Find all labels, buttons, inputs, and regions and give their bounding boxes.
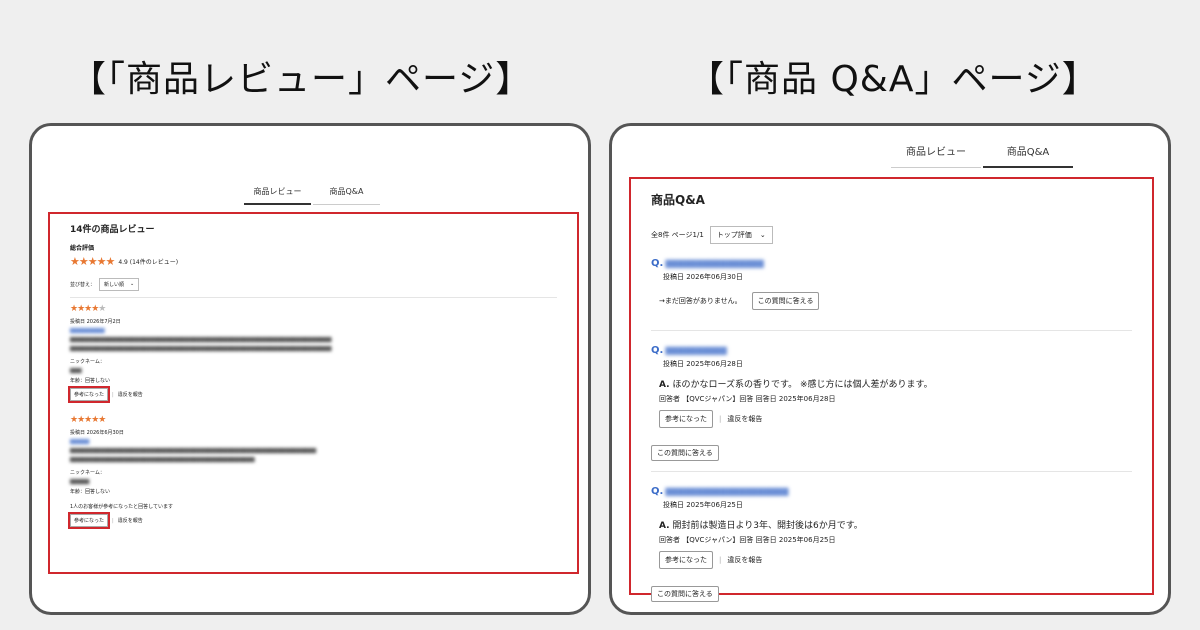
helpful-row: 参考になった | 違反を報告: [67, 512, 557, 529]
divider: [651, 471, 1132, 472]
answer-question-button[interactable]: この質問に答える: [751, 292, 820, 310]
helpful-button[interactable]: 参考になった: [659, 410, 713, 428]
review-date: 投稿日 2026年7月2日: [70, 319, 121, 325]
report-link[interactable]: 違反を報告: [727, 414, 762, 424]
question-date: 投稿日 2025年06月25日: [663, 501, 743, 509]
answer-question-button[interactable]: この質問に答える: [651, 586, 719, 602]
answer-question-button[interactable]: この質問に答える: [651, 445, 719, 461]
question-mark: Q.: [651, 486, 664, 497]
question-date: 投稿日 2026年06月30日: [663, 273, 743, 281]
review-star-rating: ★★★★★: [70, 415, 106, 425]
no-answer-text: →まだ回答がありません。: [659, 297, 742, 305]
report-link[interactable]: 違反を報告: [118, 517, 143, 524]
question-date: 投稿日 2025年06月28日: [663, 360, 743, 368]
review-count-title: 14件の商品レビュー: [70, 225, 155, 235]
nickname-label: ニックネーム：: [70, 470, 105, 476]
sort-label: 並び替え：: [70, 282, 96, 288]
chevron-down-icon: ⌄: [130, 281, 135, 287]
qa-title: 商品Q&A: [651, 193, 705, 207]
tab-product-review[interactable]: 商品レビュー: [244, 186, 311, 205]
overall-rating: ★★★★★ 4.9 (14件のレビュー): [70, 255, 557, 268]
review-page-panel: 商品レビュー 商品Q&A 14件の商品レビュー 総合評価 ★★★★★ 4.9 (…: [29, 123, 591, 615]
question-text-blurred[interactable]: ▇▇▇▇▇▇▇▇▇▇▇▇▇▇▇▇: [665, 259, 763, 268]
helpful-button[interactable]: 参考になった: [67, 512, 111, 529]
qa-meta-row: 全8件 ページ1/1 トップ評価 ⌄: [651, 226, 1132, 244]
tab-bar: 商品レビュー 商品Q&A: [244, 186, 380, 205]
review-title-blurred: ▇▇▇▇▇▇▇▇▇: [70, 328, 105, 334]
question-text-blurred[interactable]: ▇▇▇▇▇▇▇▇▇▇: [665, 346, 727, 355]
question-item: Q. ▇▇▇▇▇▇▇▇▇▇▇▇▇▇▇▇ 投稿日 2026年06月30日 →まだ回…: [651, 258, 1132, 331]
answer-mark: A.: [659, 380, 670, 390]
nickname-blurred: ▇▇▇▇▇: [70, 479, 90, 485]
report-link[interactable]: 違反を報告: [727, 555, 762, 565]
review-date: 投稿日 2026年6月30日: [70, 430, 124, 436]
answer: A. ほのかなローズ系の香りです。 ※感じ方には個人差があります。: [659, 377, 1132, 390]
question-item: Q. ▇▇▇▇▇▇▇▇▇▇▇▇▇▇▇▇▇▇▇▇ 投稿日 2025年06月25日 …: [651, 486, 1132, 602]
age-label: 年齢：回答しない: [70, 378, 111, 384]
answer-meta: 回答者 【QVCジャパン】回答 回答日 2025年06月28日: [659, 395, 836, 403]
sort-select[interactable]: 新しい順 ⌄: [99, 278, 140, 291]
chevron-down-icon: ⌄: [759, 231, 766, 239]
age-label: 年齢：回答しない: [70, 489, 111, 495]
overall-rating-label: 総合評価: [70, 245, 95, 252]
review-body-blurred: ▇▇▇▇▇▇▇▇▇▇▇▇▇▇▇▇▇▇▇▇▇▇▇▇▇▇▇▇▇▇▇▇▇▇▇▇▇▇▇▇…: [70, 448, 317, 454]
sort-row: 並び替え： 新しい順 ⌄: [70, 278, 557, 291]
question-text-blurred[interactable]: ▇▇▇▇▇▇▇▇▇▇▇▇▇▇▇▇▇▇▇▇: [665, 487, 788, 496]
helpful-button[interactable]: 参考になった: [67, 386, 111, 403]
helpful-note: 1人のお客様が参考になったと回答しています: [70, 504, 174, 510]
review-star-rating: ★★★★★: [70, 304, 106, 314]
review-highlight-box: 14件の商品レビュー 総合評価 ★★★★★ 4.9 (14件のレビュー) 並び替…: [48, 212, 579, 574]
answer-text: ほのかなローズ系の香りです。 ※感じ方には個人差があります。: [672, 380, 933, 390]
overall-star-rating: ★★★★★: [70, 255, 115, 268]
nickname-blurred: ▇▇▇: [70, 368, 82, 374]
tab-product-qa[interactable]: 商品Q&A: [313, 186, 380, 205]
right-section-heading: 【「商品 Q&A」ページ】: [688, 59, 1099, 100]
qa-count: 全8件 ページ1/1: [651, 231, 704, 239]
helpful-row: 参考になった | 違反を報告: [67, 386, 557, 403]
review-body-blurred: ▇▇▇▇▇▇▇▇▇▇▇▇▇▇▇▇▇▇▇▇▇▇▇▇▇▇▇▇▇▇▇▇▇▇▇▇▇▇▇▇…: [70, 337, 332, 343]
nickname-label: ニックネーム：: [70, 359, 105, 365]
qa-sort-select[interactable]: トップ評価 ⌄: [709, 226, 773, 244]
overall-score: 4.9 (14件のレビュー): [118, 259, 179, 266]
left-section-heading: 【「商品レビュー」ページ】: [70, 59, 533, 100]
answer-text: 開封前は製造日より3年、開封後は6か月です。: [672, 521, 863, 531]
qa-page-panel: 商品レビュー 商品Q&A 商品Q&A 全8件 ページ1/1 トップ評価 ⌄ Q.…: [609, 123, 1171, 615]
review-title-blurred: ▇▇▇▇▇: [70, 439, 90, 445]
review-item: ★★★★★ 投稿日 2026年6月30日 ▇▇▇▇▇ ▇▇▇▇▇▇▇▇▇▇▇▇▇…: [67, 415, 557, 529]
question-mark: Q.: [651, 258, 664, 269]
question-item: Q. ▇▇▇▇▇▇▇▇▇▇ 投稿日 2025年06月28日 A. ほのかなローズ…: [651, 345, 1132, 472]
qa-highlight-box: 商品Q&A 全8件 ページ1/1 トップ評価 ⌄ Q. ▇▇▇▇▇▇▇▇▇▇▇▇…: [629, 177, 1154, 602]
question-mark: Q.: [651, 345, 664, 356]
helpful-button[interactable]: 参考になった: [659, 551, 713, 569]
answer: A. 開封前は製造日より3年、開封後は6か月です。: [659, 518, 1132, 531]
tab-product-review[interactable]: 商品レビュー: [891, 143, 981, 168]
review-item: ★★★★★ 投稿日 2026年7月2日 ▇▇▇▇▇▇▇▇▇ ▇▇▇▇▇▇▇▇▇▇…: [67, 304, 557, 403]
answer-mark: A.: [659, 521, 670, 531]
tab-product-qa[interactable]: 商品Q&A: [983, 143, 1073, 168]
tab-bar: 商品レビュー 商品Q&A: [891, 143, 1073, 168]
report-link[interactable]: 違反を報告: [118, 391, 143, 398]
divider: [70, 297, 557, 298]
answer-meta: 回答者 【QVCジャパン】回答 回答日 2025年06月25日: [659, 536, 836, 544]
divider: [651, 330, 1132, 331]
